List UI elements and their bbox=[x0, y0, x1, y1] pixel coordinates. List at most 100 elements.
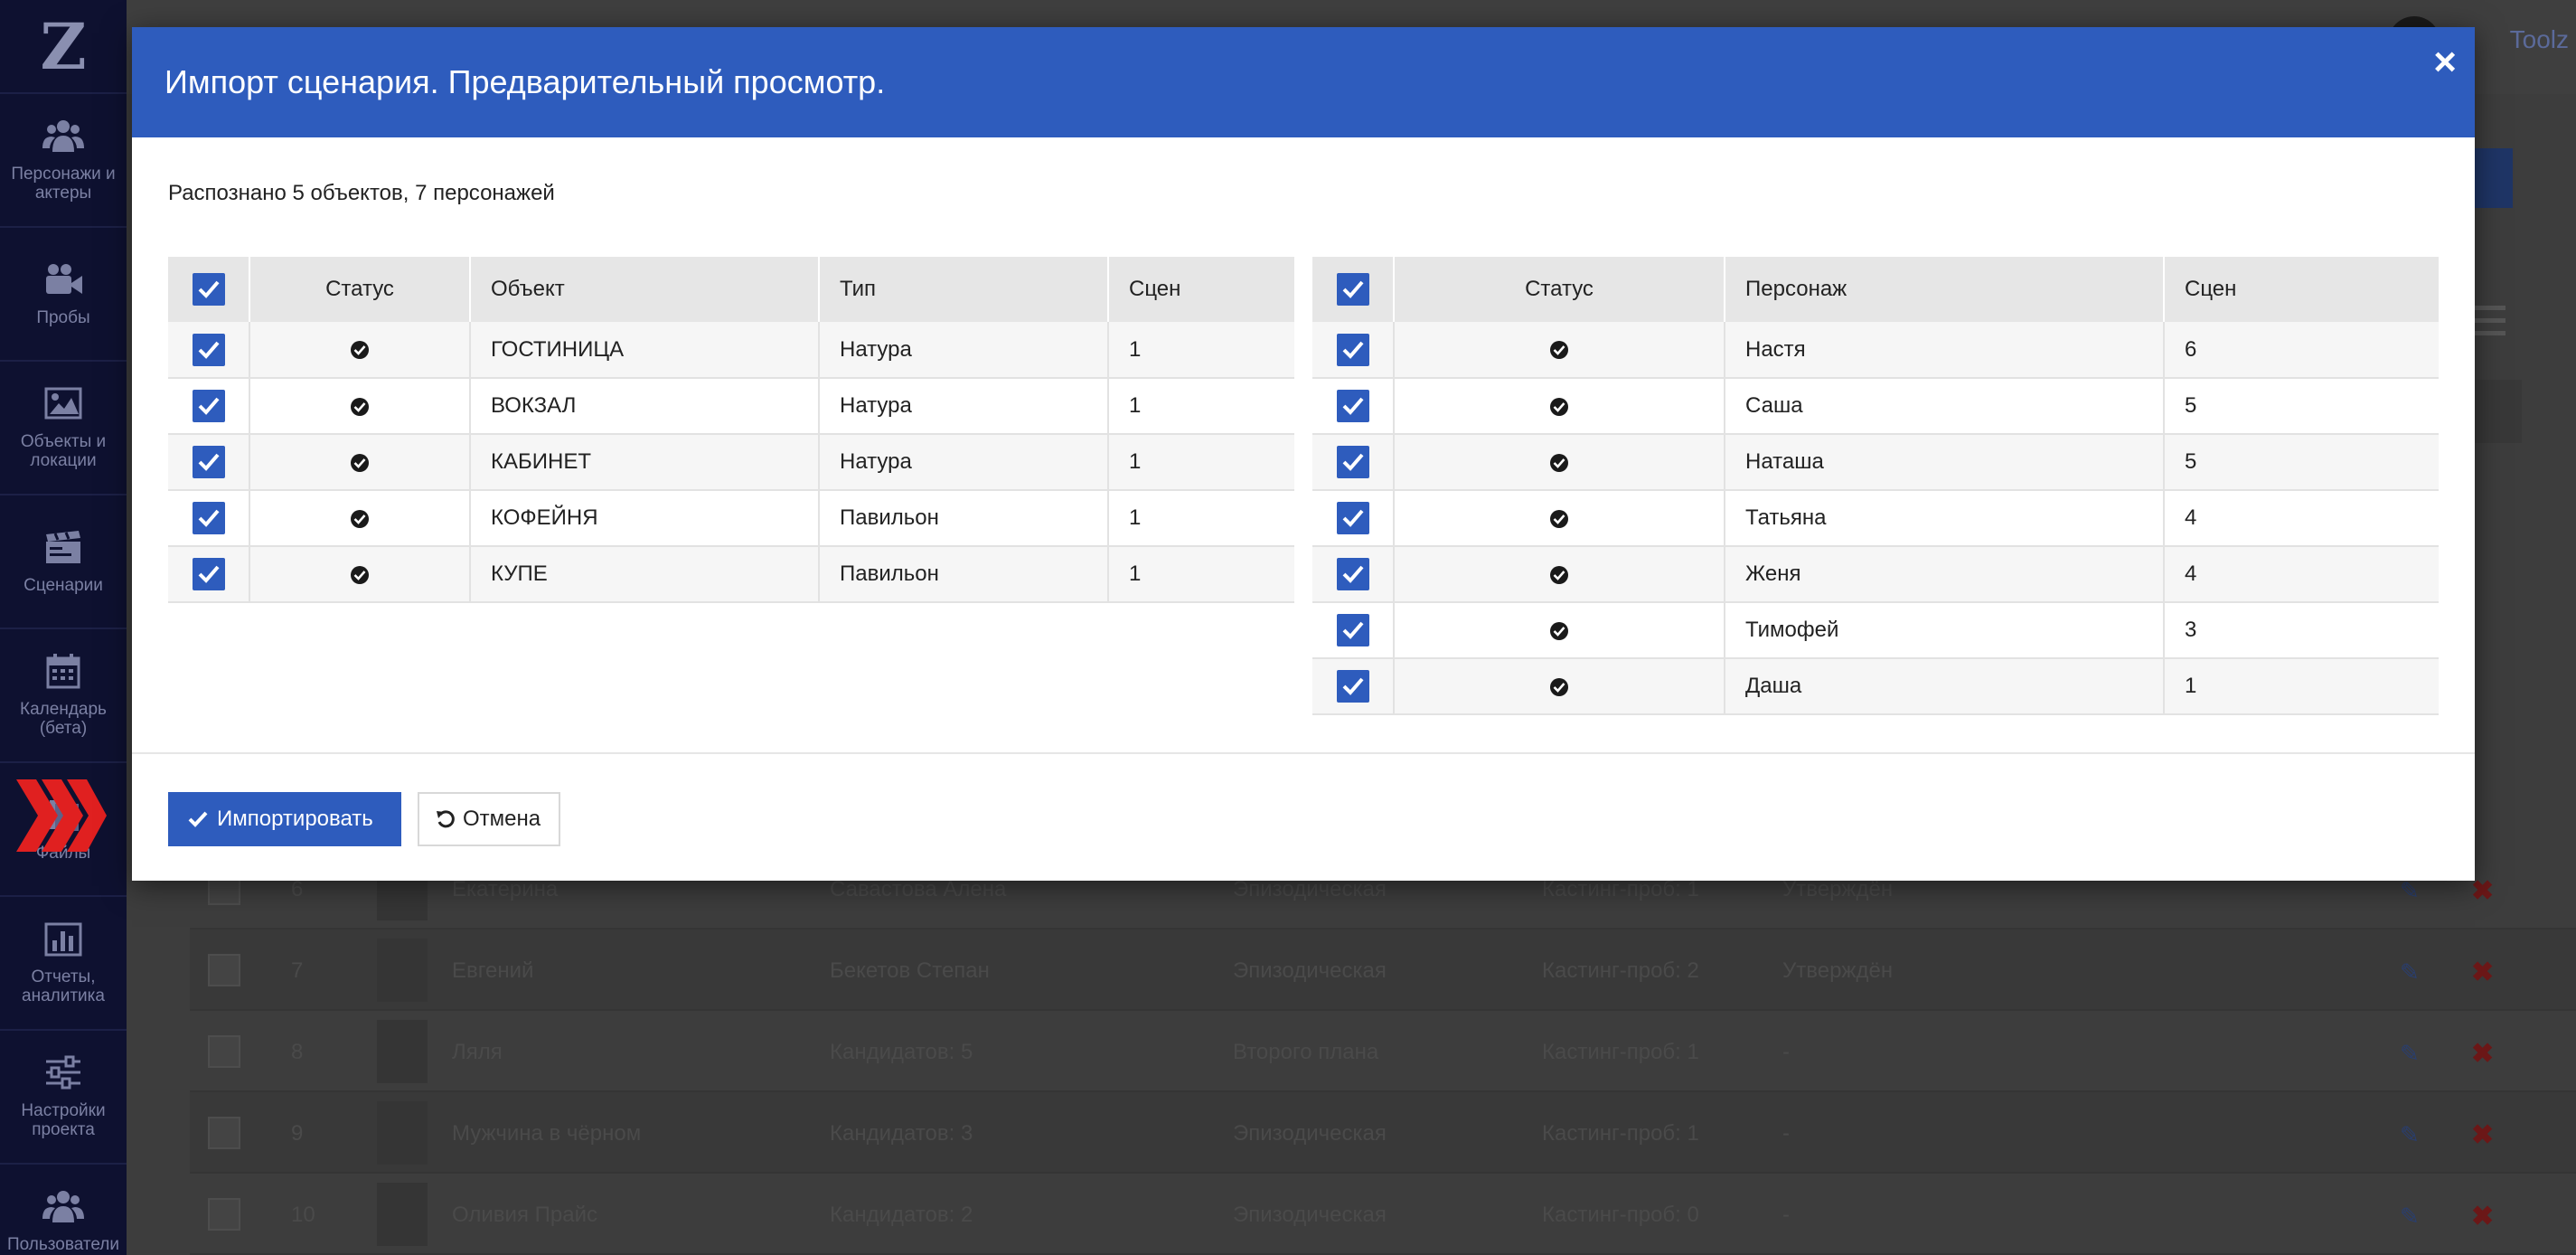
character-name: Татьяна bbox=[1724, 490, 2164, 547]
col-character: Персонаж bbox=[1724, 257, 2164, 322]
close-icon[interactable]: × bbox=[2433, 40, 2457, 85]
sidebar-item-label: Объекты и локации bbox=[20, 432, 107, 470]
edit-icon[interactable]: ✎ bbox=[2400, 1203, 2420, 1231]
col-scenes: Сцен bbox=[1107, 257, 1294, 322]
row-checkbox[interactable] bbox=[1336, 333, 1369, 366]
sidebar-item-label: Пользователи и bbox=[6, 1235, 119, 1255]
casting-count: Кастинг-проб: 0 bbox=[1542, 1203, 1699, 1227]
col-scenes: Сцен bbox=[2163, 257, 2439, 322]
row-checkbox[interactable] bbox=[208, 1117, 240, 1149]
delete-icon[interactable]: ✖ bbox=[2471, 957, 2494, 988]
cancel-button[interactable]: Отмена bbox=[418, 792, 560, 846]
status-cell bbox=[1393, 378, 1725, 435]
check-circle-icon bbox=[351, 565, 369, 584]
table-row: Татьяна 4 bbox=[1312, 490, 2439, 547]
scene-count: 4 bbox=[2163, 546, 2439, 603]
status-cell bbox=[1393, 546, 1725, 603]
sidebar-item[interactable]: Пользователи и bbox=[0, 1165, 127, 1255]
undo-icon bbox=[437, 810, 455, 828]
status-cell bbox=[249, 546, 470, 603]
table-row[interactable]: 10 Оливия Прайс Кандидатов: 2 Эпизодическая… bbox=[190, 1174, 2576, 1255]
table-row: ГОСТИНИЦА Натура 1 bbox=[168, 322, 1294, 379]
role-type: Эпизодическая bbox=[1233, 958, 1387, 983]
row-checkbox[interactable] bbox=[192, 390, 225, 422]
object-type: Натура bbox=[818, 434, 1108, 491]
app-logo[interactable]: Z bbox=[0, 0, 127, 94]
avatar bbox=[377, 1101, 428, 1165]
row-checkbox[interactable] bbox=[192, 333, 225, 366]
sidebar-item[interactable]: Персонажи и актеры bbox=[0, 94, 127, 228]
check-circle-icon bbox=[1550, 621, 1568, 640]
sidebar-item-label: Сценарии bbox=[24, 575, 103, 595]
status-cell bbox=[1393, 658, 1725, 715]
check-circle-icon bbox=[1550, 509, 1568, 528]
check-circle-icon bbox=[1550, 453, 1568, 472]
row-checkbox[interactable] bbox=[1336, 614, 1369, 646]
modal-header: Импорт сценария. Предварительный просмот… bbox=[132, 27, 2475, 137]
status-cell bbox=[249, 490, 470, 547]
row-checkbox[interactable] bbox=[1336, 558, 1369, 590]
status-cell bbox=[1393, 602, 1725, 659]
delete-icon[interactable]: ✖ bbox=[2471, 1038, 2494, 1070]
table-row[interactable]: 7 Евгений Бекетов Степан Эпизодическая Касти… bbox=[190, 929, 2576, 1011]
sidebar-item-label: Настройки проекта bbox=[21, 1101, 106, 1139]
actor-name: Кандидатов: 3 bbox=[830, 1121, 973, 1146]
delete-icon[interactable]: ✖ bbox=[2471, 1119, 2494, 1151]
sliders-icon bbox=[46, 1055, 80, 1090]
row-checkbox[interactable] bbox=[192, 446, 225, 478]
row-checkbox[interactable] bbox=[1336, 502, 1369, 534]
recognition-summary: Распознано 5 объектов, 7 персонажей bbox=[168, 181, 555, 205]
row-checkbox[interactable] bbox=[1336, 670, 1369, 703]
sidebar-item-label: Пробы bbox=[36, 307, 90, 327]
row-checkbox[interactable] bbox=[1336, 446, 1369, 478]
table-row[interactable]: 8 Ляля Кандидатов: 5 Второго плана Кастинг-п… bbox=[190, 1011, 2576, 1092]
row-checkbox[interactable] bbox=[208, 1035, 240, 1068]
sidebar-item[interactable]: Объекты и локации bbox=[0, 362, 127, 495]
select-all-characters-checkbox[interactable] bbox=[1312, 257, 1394, 322]
scene-count: 4 bbox=[2163, 490, 2439, 547]
row-checkbox[interactable] bbox=[1336, 390, 1369, 422]
row-checkbox[interactable] bbox=[208, 1198, 240, 1231]
modal-title: Импорт сценария. Предварительный просмот… bbox=[165, 63, 886, 100]
edit-icon[interactable]: ✎ bbox=[2400, 1121, 2420, 1149]
status-cell bbox=[249, 322, 470, 379]
character-name: Ляля bbox=[452, 1040, 503, 1064]
row-checkbox[interactable] bbox=[208, 954, 240, 986]
sidebar-item[interactable]: Сценарии bbox=[0, 495, 127, 629]
row-number: 7 bbox=[291, 958, 304, 983]
row-checkbox[interactable] bbox=[192, 558, 225, 590]
status-cell bbox=[249, 378, 470, 435]
sidebar-item[interactable]: Календарь (бета) bbox=[0, 629, 127, 763]
character-name: Женя bbox=[1724, 546, 2164, 603]
character-name: Даша bbox=[1724, 658, 2164, 715]
col-status: Статус bbox=[249, 257, 470, 322]
sidebar-item-label: Отчеты, аналитика bbox=[22, 967, 105, 1005]
object-name: КОФЕЙНЯ bbox=[469, 490, 819, 547]
table-row[interactable]: 9 Мужчина в чёрном Кандидатов: 3 Эпизодичес… bbox=[190, 1092, 2576, 1174]
check-circle-icon bbox=[351, 509, 369, 528]
status-text: Утверждён bbox=[1782, 877, 1894, 901]
roles-table: 6 Екатерина Савастова Алена Эпизодическая Ка… bbox=[190, 848, 2576, 1255]
delete-icon[interactable]: ✖ bbox=[2471, 1201, 2494, 1232]
sidebar-item[interactable]: Пробы bbox=[0, 228, 127, 362]
sidebar-item[interactable]: Отчеты, аналитика bbox=[0, 897, 127, 1031]
role-type: Эпизодическая bbox=[1233, 877, 1387, 901]
table-row: Наташа 5 bbox=[1312, 434, 2439, 491]
check-circle-icon bbox=[351, 341, 369, 360]
row-number: 8 bbox=[291, 1040, 304, 1064]
character-name: Мужчина в чёрном bbox=[452, 1121, 642, 1146]
row-number: 9 bbox=[291, 1121, 304, 1146]
import-button[interactable]: Импортировать bbox=[168, 792, 401, 846]
sidebar: Z Персонажи и актеры Пробы Объекты и локац… bbox=[0, 0, 127, 1255]
edit-icon[interactable]: ✎ bbox=[2400, 958, 2420, 986]
status-cell bbox=[1393, 434, 1725, 491]
scene-count: 1 bbox=[1107, 490, 1294, 547]
sidebar-item-label: Персонажи и актеры bbox=[11, 165, 116, 203]
row-checkbox[interactable] bbox=[192, 502, 225, 534]
select-all-objects-checkbox[interactable] bbox=[168, 257, 249, 322]
edit-icon[interactable]: ✎ bbox=[2400, 1040, 2420, 1068]
actor-name: Бекетов Степан bbox=[830, 958, 990, 983]
sidebar-item[interactable]: Настройки проекта bbox=[0, 1031, 127, 1165]
edit-icon[interactable]: ✎ bbox=[2400, 877, 2420, 905]
row-number: 6 bbox=[291, 877, 304, 901]
